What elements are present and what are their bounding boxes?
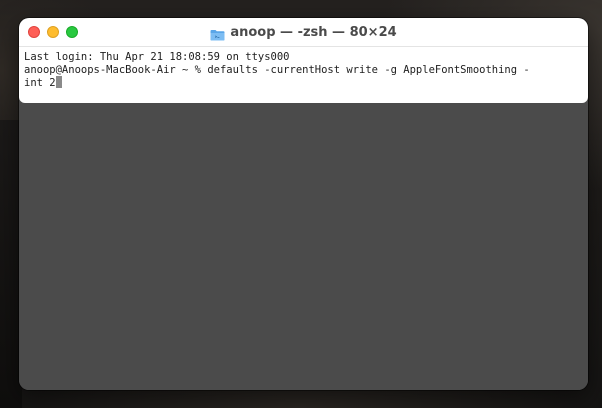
window-title: anoop — -zsh — 80×24 xyxy=(230,24,397,40)
command-continuation-line: int 2 xyxy=(24,76,588,90)
command-continuation-text: int 2 xyxy=(24,77,56,89)
title-bar[interactable]: anoop — -zsh — 80×24 xyxy=(19,18,588,47)
terminal-empty-area[interactable] xyxy=(19,103,588,390)
folder-icon xyxy=(210,26,225,41)
title-group: anoop — -zsh — 80×24 xyxy=(19,18,588,46)
last-login-line: Last login: Thu Apr 21 18:08:59 on ttys0… xyxy=(24,51,290,63)
terminal-output[interactable]: Last login: Thu Apr 21 18:08:59 on ttys0… xyxy=(19,47,588,103)
text-cursor xyxy=(55,76,62,88)
command-line: anoop@Anoops-MacBook-Air ~ % defaults -c… xyxy=(24,63,530,76)
terminal-window: anoop — -zsh — 80×24 Last login: Thu Apr… xyxy=(19,18,588,390)
